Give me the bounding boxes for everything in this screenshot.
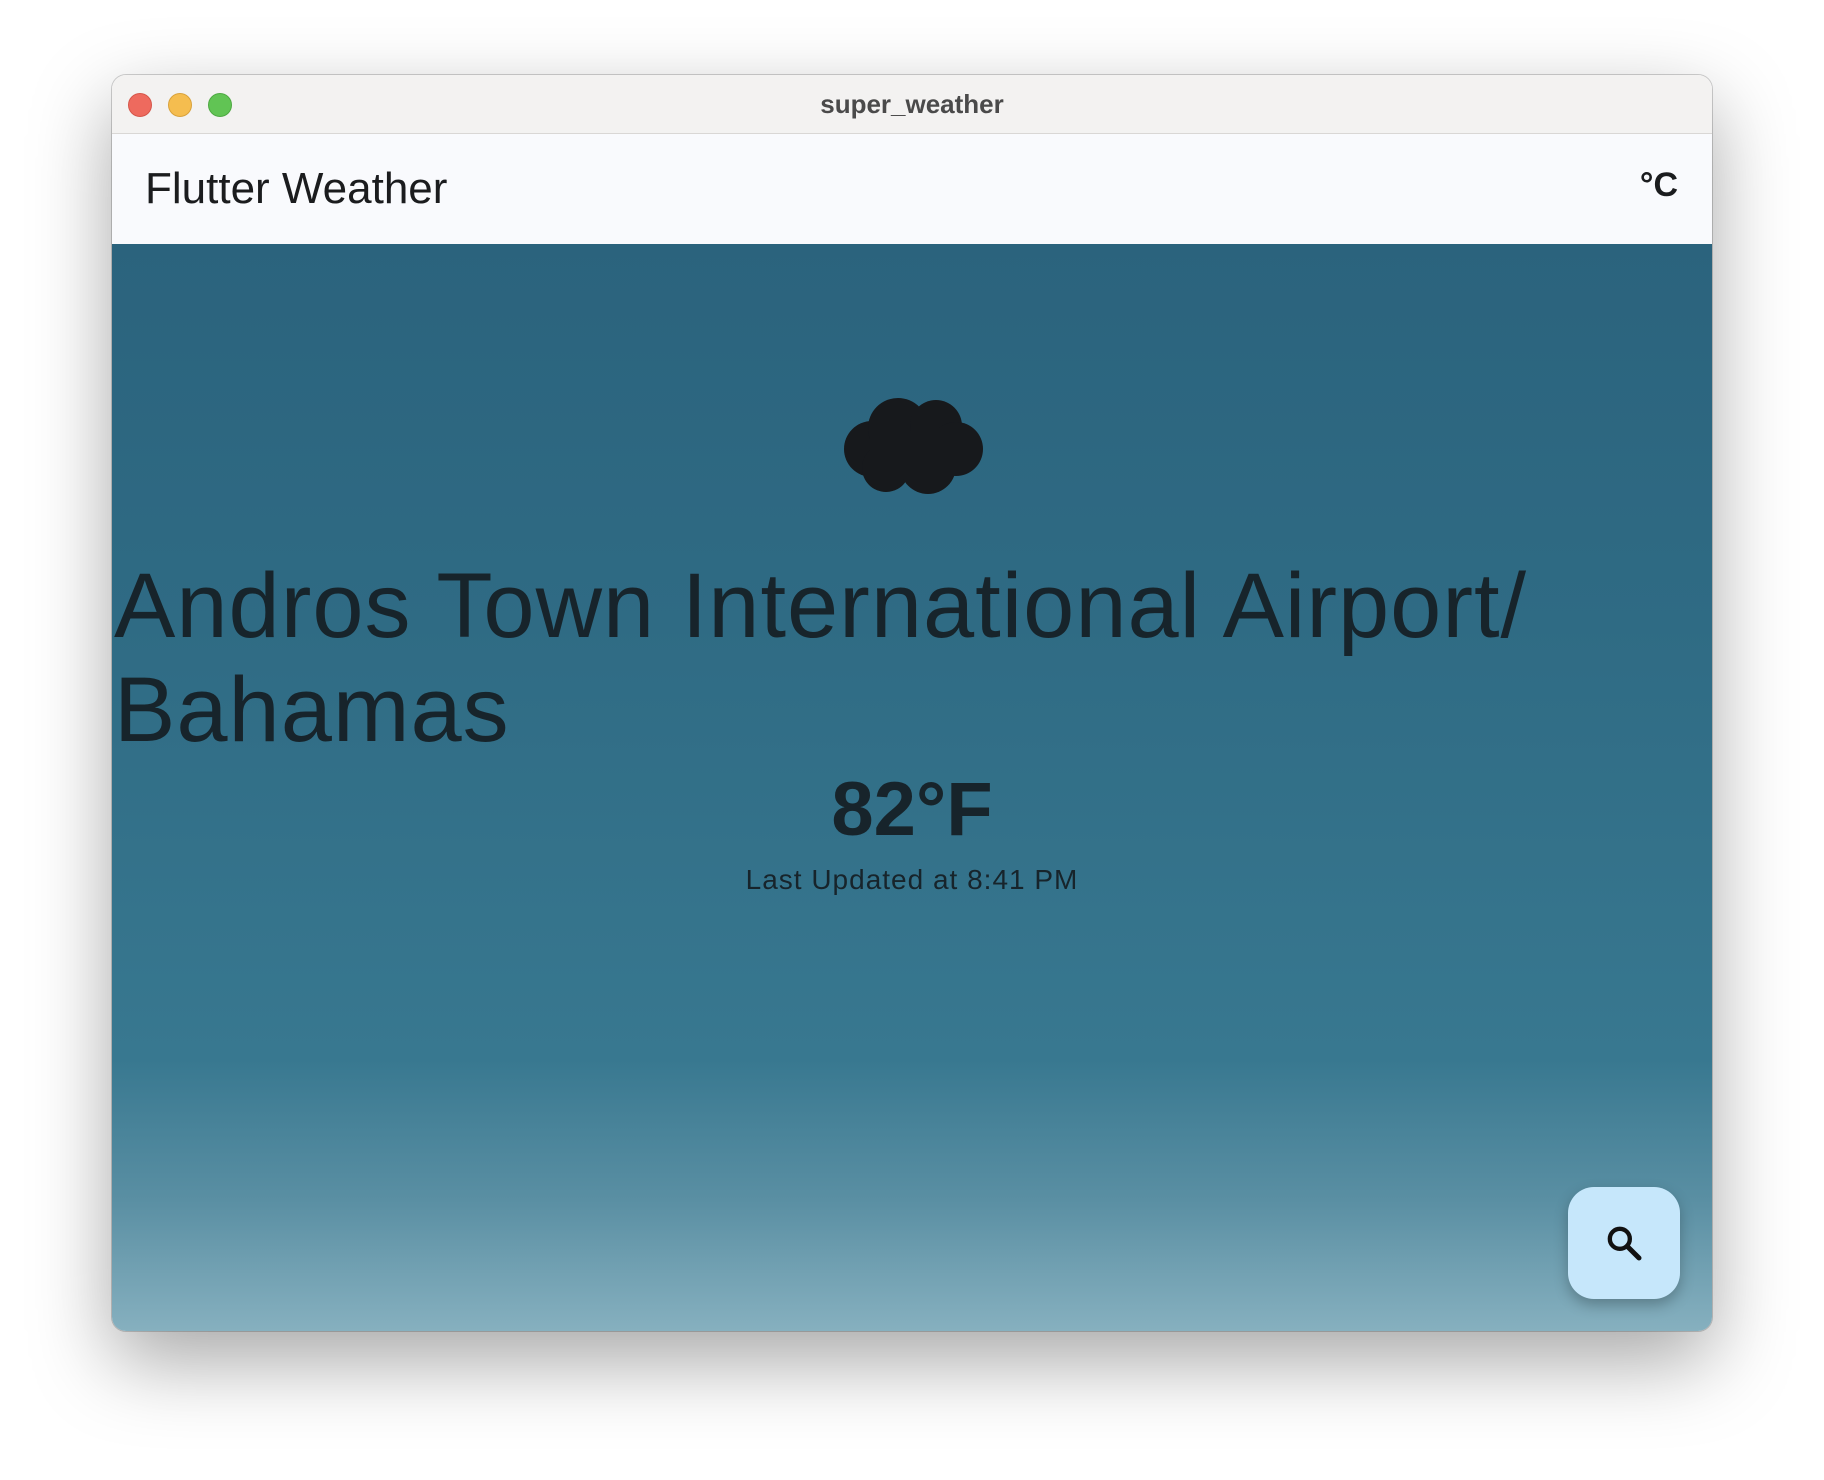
location-name: Andros Town International Airport/ Baham… xyxy=(114,555,1528,761)
app-window: super_weather Flutter Weather °C Andros … xyxy=(112,75,1712,1331)
search-icon xyxy=(1607,1226,1642,1261)
app-bar: Flutter Weather °C xyxy=(112,134,1712,244)
window-title: super_weather xyxy=(820,89,1004,119)
current-temperature: 82°F xyxy=(831,767,993,852)
search-city-button[interactable] xyxy=(1568,1187,1680,1299)
app-title: Flutter Weather xyxy=(145,164,448,213)
temperature-unit-toggle-button[interactable]: °C xyxy=(1640,166,1678,205)
last-updated-text: Last Updated at 8:41 PM xyxy=(745,864,1079,895)
window-titlebar[interactable]: super_weather xyxy=(112,75,1712,134)
cloud-icon xyxy=(844,398,983,494)
weather-content: Andros Town International Airport/ Baham… xyxy=(112,244,1712,1331)
